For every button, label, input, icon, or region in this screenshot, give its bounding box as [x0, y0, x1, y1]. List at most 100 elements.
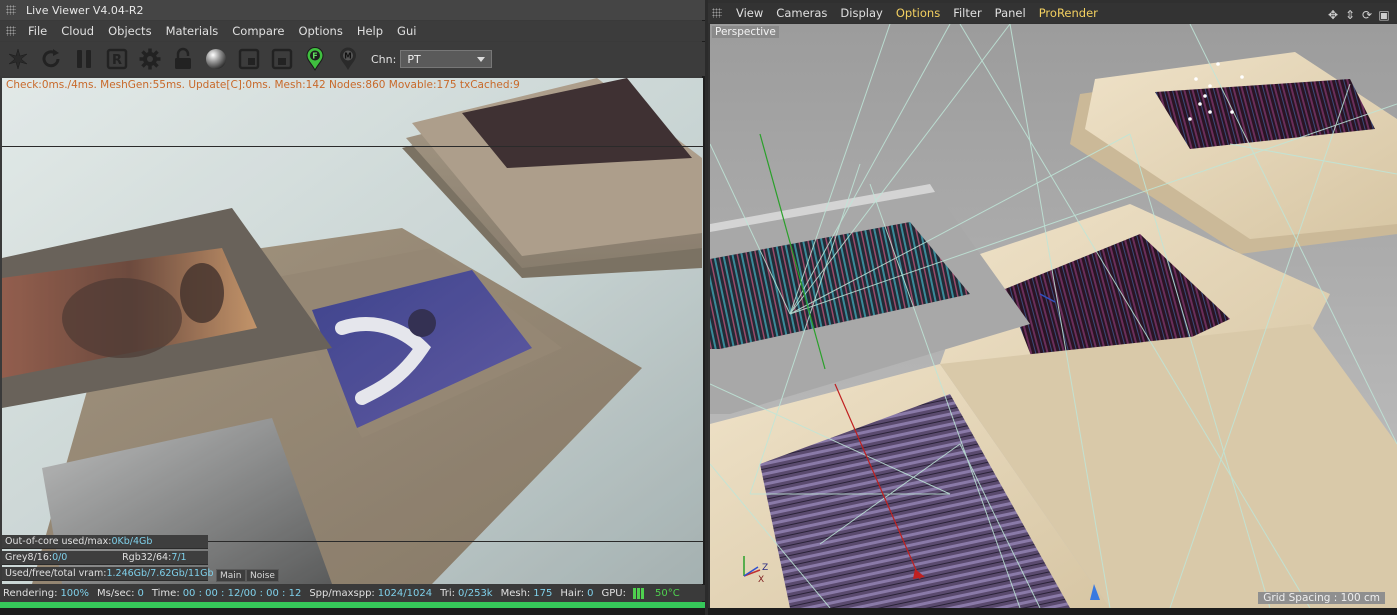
viewport-menu-display[interactable]: Display	[840, 6, 882, 20]
subsample-icon	[271, 48, 293, 70]
render-view[interactable]: Check:0ms./4ms. MeshGen:55ms. Update[C]:…	[2, 78, 703, 584]
live-viewer-toolbar: R F M Chn: PT	[0, 42, 705, 76]
rotate-view-icon[interactable]: ⟳	[1360, 8, 1374, 22]
texture-count-info: Grey8/16: 0/0 Rgb32/64: 7/1	[2, 551, 208, 565]
rendering-label: Rendering:	[3, 587, 58, 599]
tri-value: 0/253k	[457, 587, 493, 599]
region-letter: R	[112, 53, 122, 68]
viewport-menu-panel[interactable]: Panel	[995, 6, 1026, 20]
material-ball-icon	[206, 49, 226, 69]
menu-grip-icon[interactable]	[6, 26, 16, 36]
out-of-core-label: Out-of-core used/max:	[5, 536, 112, 547]
noise-button[interactable]: Noise	[246, 569, 279, 582]
spp-value: 1024/1024	[377, 587, 433, 599]
pause-icon	[77, 50, 91, 68]
gizmo-z-label: Z	[762, 563, 768, 573]
grey-label: Grey8/16:	[5, 552, 53, 563]
settings-button[interactable]	[136, 45, 164, 73]
maximize-view-icon[interactable]: ▣	[1377, 8, 1391, 22]
gpu-label: GPU:	[601, 587, 626, 599]
rgb-value: 7/1	[171, 552, 187, 563]
camera-label[interactable]: Perspective	[712, 26, 779, 38]
focus-pick-icon: F	[306, 47, 324, 71]
out-of-core-value: 0Kb/4Gb	[111, 536, 153, 547]
mesh-label: Mesh:	[500, 587, 531, 599]
send-scene-icon	[8, 48, 28, 70]
menu-help[interactable]: Help	[357, 24, 383, 38]
viewport-bottom-edge	[708, 608, 1397, 615]
send-scene-button[interactable]	[4, 45, 32, 73]
viewport-nav-icons: ✥ ⇕ ⟳ ▣	[1323, 8, 1391, 22]
hair-value: 0	[587, 587, 594, 599]
focus-pick-button[interactable]: F	[301, 45, 329, 73]
material-ball-button[interactable]	[202, 45, 230, 73]
time-value: 00 : 00 : 12/00 : 00 : 12	[182, 587, 302, 599]
focus-letter: F	[312, 52, 317, 61]
gizmo-x-label: X	[758, 575, 764, 585]
channel-label: Chn:	[371, 52, 397, 66]
pause-button[interactable]	[70, 45, 98, 73]
clay-mode-icon	[238, 48, 260, 70]
restart-icon	[42, 49, 60, 68]
lock-button[interactable]	[169, 45, 197, 73]
menu-gui[interactable]: Gui	[397, 24, 416, 38]
mesh-value: 175	[533, 587, 553, 599]
menu-options[interactable]: Options	[298, 24, 342, 38]
gpu-temp: 50°C	[654, 587, 680, 599]
rgb-label: Rgb32/64:	[122, 552, 172, 563]
out-of-core-info: Out-of-core used/max: 0Kb/4Gb	[2, 535, 208, 549]
ms-label: Ms/sec:	[97, 587, 135, 599]
hair-label: Hair:	[560, 587, 585, 599]
spp-label: Spp/maxspp:	[309, 587, 375, 599]
channel-select[interactable]: PT	[400, 50, 493, 68]
menu-materials[interactable]: Materials	[166, 24, 219, 38]
clay-mode-button[interactable]	[235, 45, 263, 73]
render-stats-line: Check:0ms./4ms. MeshGen:55ms. Update[C]:…	[6, 79, 520, 91]
material-pick-icon: M	[340, 47, 356, 70]
viewport-menu-options[interactable]: Options	[896, 6, 940, 20]
move-view-icon[interactable]: ✥	[1326, 8, 1340, 22]
tri-label: Tri:	[440, 587, 455, 599]
viewport-menu-prorender[interactable]: ProRender	[1039, 6, 1098, 20]
viewport-menu-filter[interactable]: Filter	[953, 6, 981, 20]
gpu-usage-icon	[632, 587, 645, 599]
vram-value: 1.246Gb/7.62Gb/11Gb	[106, 568, 214, 579]
region-guide-top	[2, 146, 703, 147]
vram-info: Used/free/total vram: 1.246Gb/7.62Gb/11G…	[2, 567, 213, 581]
grey-value: 0/0	[52, 552, 68, 563]
viewport-3d[interactable]: Z X Perspective Grid Spacing : 100 cm	[710, 24, 1397, 608]
rendering-value: 100%	[60, 587, 90, 599]
material-pick-button[interactable]: M	[334, 45, 362, 73]
viewport-menu-cameras[interactable]: Cameras	[776, 6, 827, 20]
viewport-menubar: View Cameras Display Options Filter Pane…	[708, 3, 1397, 23]
vram-label: Used/free/total vram:	[5, 568, 107, 579]
window-grip-icon[interactable]	[6, 5, 16, 15]
grid-spacing-label: Grid Spacing : 100 cm	[1258, 592, 1385, 604]
desktop-root: Live Viewer V4.04-R2 File Cloud Objects …	[0, 0, 1397, 615]
dolly-view-icon[interactable]: ⇕	[1343, 8, 1357, 22]
live-viewer-menubar: File Cloud Objects Materials Compare Opt…	[0, 21, 705, 41]
viewport-menu-view[interactable]: View	[736, 6, 763, 20]
restart-button[interactable]	[37, 45, 65, 73]
menu-file[interactable]: File	[28, 24, 47, 38]
region-render-button[interactable]: R	[103, 45, 131, 73]
lock-icon	[175, 47, 191, 69]
viewport-grip-icon[interactable]	[712, 8, 722, 18]
live-viewer-bottom-edge	[0, 608, 705, 615]
settings-icon	[139, 48, 161, 70]
viewport-scene: Z X	[710, 24, 1397, 608]
menu-cloud[interactable]: Cloud	[61, 24, 94, 38]
ms-value: 0	[137, 587, 144, 599]
menu-compare[interactable]: Compare	[232, 24, 284, 38]
render-status-bar: Rendering: 100% Ms/sec: 0 Time: 00 : 00 …	[0, 585, 705, 601]
channel-value: PT	[407, 52, 421, 66]
menu-objects[interactable]: Objects	[108, 24, 151, 38]
time-label: Time:	[151, 587, 180, 599]
live-viewer-title-bar[interactable]: Live Viewer V4.04-R2	[0, 0, 705, 20]
material-letter: M	[344, 52, 351, 61]
main-button[interactable]: Main	[216, 569, 246, 582]
subsample-button[interactable]	[268, 45, 296, 73]
live-viewer-title: Live Viewer V4.04-R2	[26, 3, 144, 17]
chevron-down-icon	[477, 56, 486, 62]
live-viewer-window: Live Viewer V4.04-R2 File Cloud Objects …	[0, 0, 705, 615]
